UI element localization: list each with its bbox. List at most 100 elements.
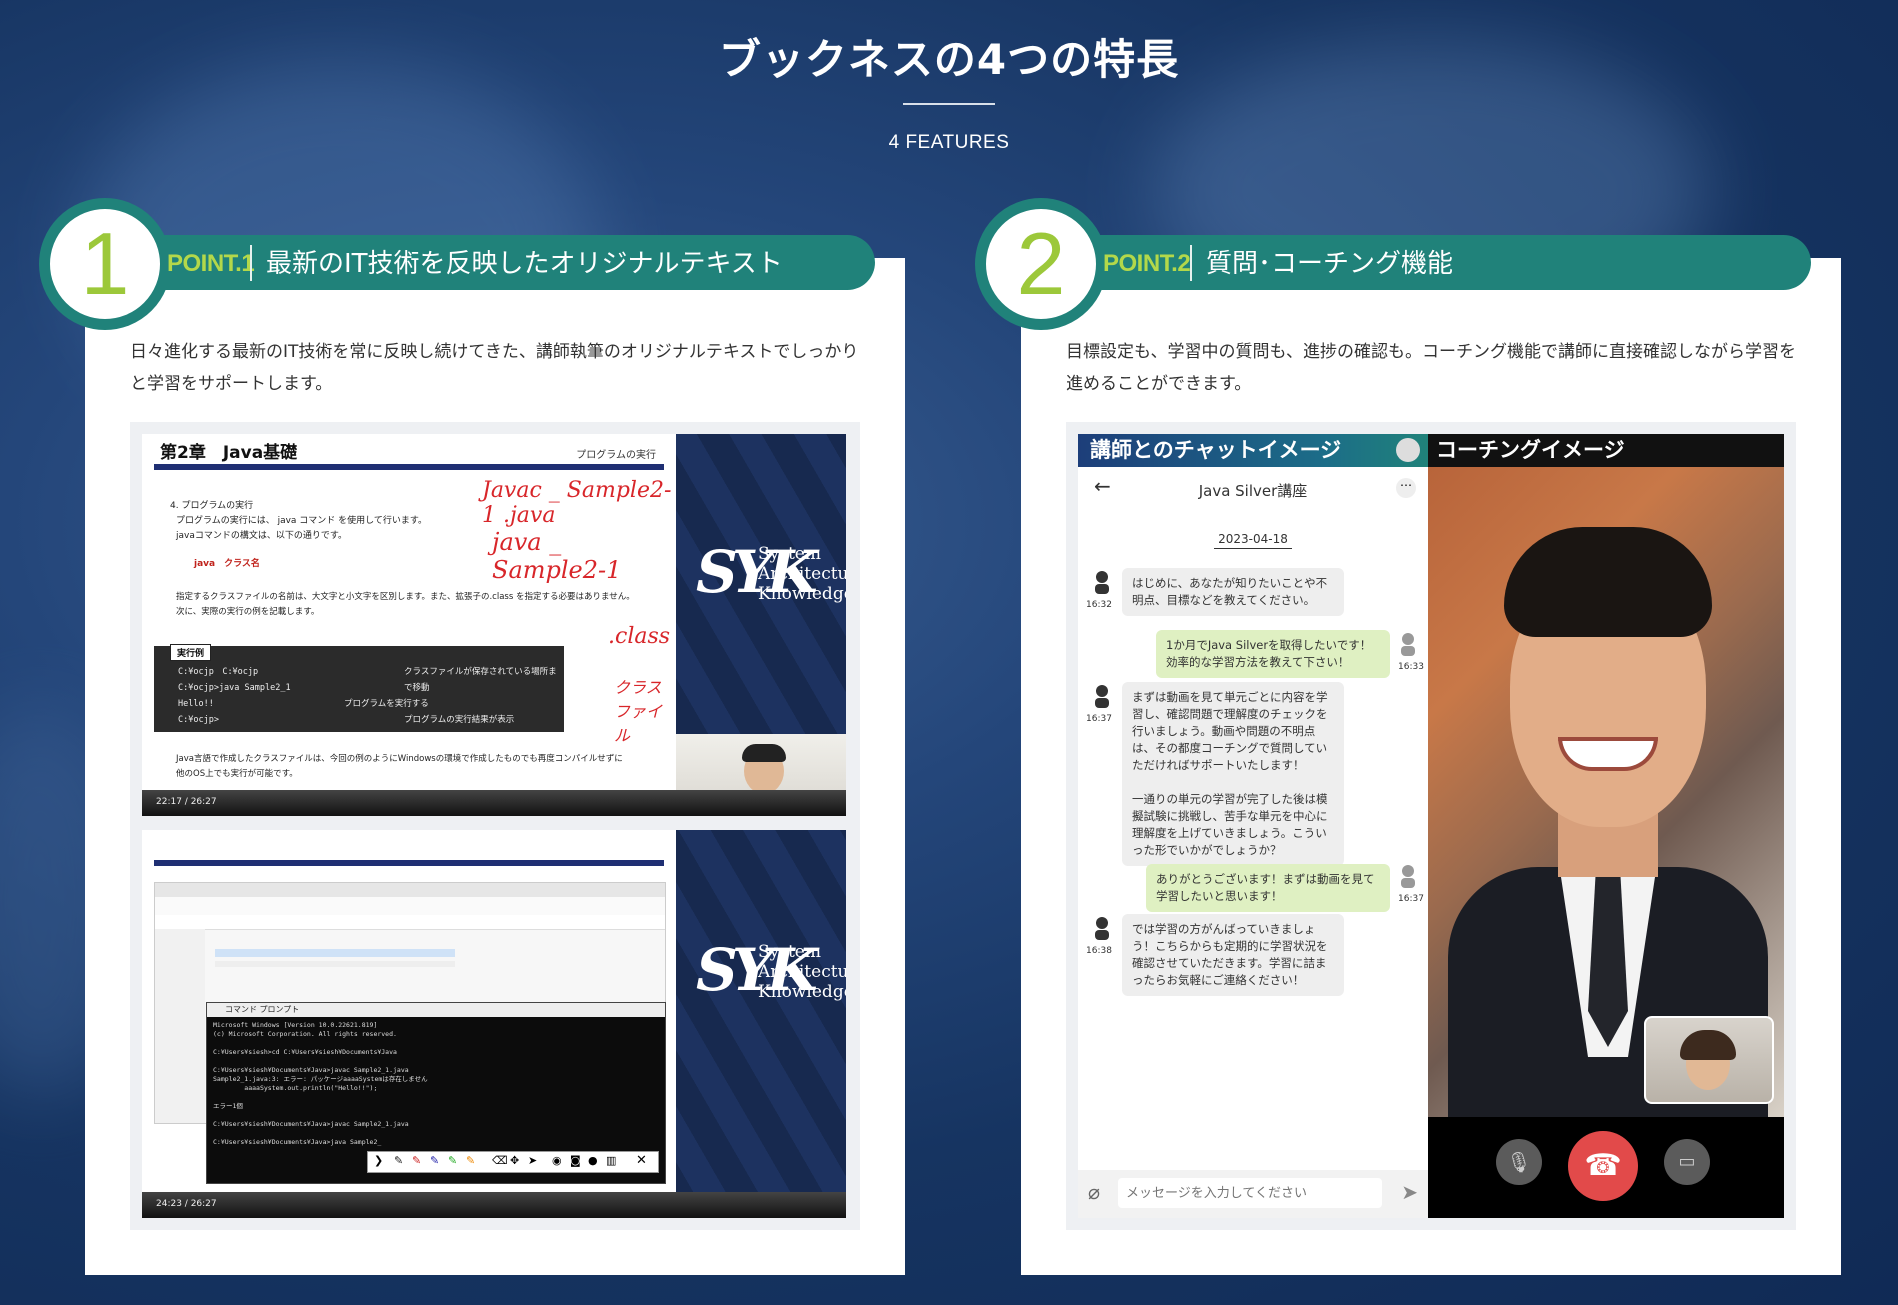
video-time: 22:17 / 26:27: [156, 797, 217, 807]
terminal-line: Sample2_1.java:3: エラー: パッケージaaaaSystemは存…: [213, 1075, 428, 1083]
handwriting-4: クラスファイル: [614, 678, 663, 745]
eye-icon[interactable]: ◉: [552, 1154, 562, 1167]
terminal-line: エラー1個: [213, 1102, 243, 1110]
slide-chapter: 第2章 Java基礎: [160, 443, 298, 463]
attach-icon[interactable]: ⌀: [1088, 1180, 1100, 1204]
slide-code-block: 実行例 C:¥ocjp C:¥ocjp C:¥ocjp>java Sample2…: [154, 644, 564, 732]
terminal-line: C:¥Users¥siesh¥Documents¥Java>javac Samp…: [213, 1066, 409, 1074]
chat-message: はじめに、あなたが知りたいことや不明点、目標などを教えてください。: [1122, 568, 1344, 616]
instructor-webcam: [676, 734, 846, 816]
message-time: 16:37: [1086, 714, 1112, 724]
code-note: プログラムを実行する: [344, 699, 429, 709]
record-icon[interactable]: ●: [588, 1154, 598, 1167]
slide-syntax: java クラス名: [194, 559, 260, 569]
logo-line: Knowledge: [758, 982, 846, 1002]
send-icon[interactable]: ➤: [1401, 1180, 1418, 1204]
slide-footer: Java言語で作成したクラスファイルは、今回の例のようにWindowsの環境で作…: [176, 752, 656, 782]
chat-message: ありがとうございます！まずは動画を見て学習したいと思います！: [1146, 864, 1390, 912]
feature-1-title: 最新のIT技術を反映したオリジナルテキスト: [266, 249, 783, 279]
code-line: Hello!!: [178, 699, 214, 709]
message-time: 16:38: [1086, 946, 1112, 956]
end-call-button[interactable]: ☎: [1568, 1131, 1638, 1201]
feature-2-number: 2: [1016, 214, 1066, 313]
terminal-title: コマンド プロンプト: [225, 1005, 300, 1014]
terminal-line: C:¥Users¥siesh¥Documents¥Java>javac Samp…: [213, 1120, 409, 1128]
code-line: C:¥ocjp C:¥ocjp: [178, 667, 259, 677]
code-line: C:¥ocjp>: [178, 715, 219, 725]
feature-2-title: 質問･コーチング機能: [1206, 249, 1454, 279]
highlighter-icon[interactable]: ✎: [466, 1154, 475, 1167]
student-avatar-icon: [1398, 864, 1418, 888]
video-slide-1: 第2章 Java基礎 プログラムの実行 4. プログラムの実行 プログラムの実行…: [142, 434, 676, 816]
mute-mic-button[interactable]: 🎙: [1496, 1139, 1542, 1185]
logo-panel: SYK System Architecture Knowledge: [676, 434, 846, 734]
instructor-avatar-icon: [1092, 684, 1112, 708]
feature-1-screenshot: 第2章 Java基礎 プログラムの実行 4. プログラムの実行 プログラムの実行…: [130, 422, 860, 1230]
explorer-selected-row: [215, 949, 455, 957]
terminal-line: Microsoft Windows [Version 10.0.22621.81…: [213, 1021, 378, 1029]
feature-1-description: 日々進化する最新のIT技術を常に反映し続けてきた、講師執筆のオリジナルテキストで…: [130, 342, 859, 394]
syk-logo-text: System Architecture Knowledge: [758, 942, 846, 1002]
logo-line: Architecture: [758, 962, 846, 982]
chat-date: 2023-04-18: [1078, 532, 1428, 549]
message-time: 16:37: [1398, 894, 1424, 904]
code-line: C:¥ocjp>java Sample2_1: [178, 683, 291, 693]
self-view-pip[interactable]: [1644, 1016, 1774, 1104]
terminal-line: (c) Microsoft Corporation. All rights re…: [213, 1030, 397, 1038]
chat-input-bar: ⌀ ➤: [1078, 1170, 1428, 1218]
terminal-line: C:¥Users¥siesh>cd C:¥Users¥siesh¥Documen…: [213, 1048, 397, 1056]
pen-toolbar[interactable]: ❯ ✎ ✎ ✎ ✎ ✎ ⌫ ✥ ➤ ◉ ◙ ● ▥ ✕: [367, 1151, 659, 1173]
explorer-row: [215, 961, 455, 967]
coach-hair: [1504, 527, 1712, 637]
coaching-header: コーチングイメージ: [1428, 434, 1784, 467]
chat-message: では学習の方がんばっていきましょう！こちらからも定期的に学習状況を確認させていた…: [1122, 914, 1344, 996]
handwriting-2: java _ Sample2-1: [492, 528, 622, 584]
handwriting-1: Javac _ Sample2-1 .java: [482, 478, 672, 528]
slide-footer-2: 他のOS上でも実行が可能です。: [176, 769, 298, 779]
chevron-right-icon[interactable]: ❯: [374, 1154, 383, 1167]
webcam-control-bar: [676, 790, 846, 816]
explorer-toolbar: [155, 897, 665, 916]
trash-icon[interactable]: ▥: [606, 1154, 616, 1167]
slide-line: プログラムの実行には、 java コマンド を使用して行います。 javaコマン…: [176, 514, 427, 544]
explorer-titlebar: [155, 883, 665, 897]
feature-1-number: 1: [80, 214, 130, 313]
user-avatar-icon: [1396, 438, 1420, 462]
feature-2-number-badge: 2: [975, 198, 1107, 330]
feature-1-point-label: POINT.1: [167, 250, 255, 277]
eraser-icon[interactable]: ⌫: [492, 1154, 508, 1167]
code-note: クラスファイルが保存されている場所まで移動: [404, 667, 557, 693]
slide-body-1: 指定するクラスファイルの名前は、大文字と小文字を区別します。また、拡張子の.cl…: [176, 592, 635, 602]
camera-icon[interactable]: ◙: [570, 1154, 581, 1167]
move-icon[interactable]: ✥: [510, 1154, 519, 1167]
terminal-window: コマンド プロンプト Microsoft Windows [Version 10…: [206, 1002, 666, 1184]
video-control-bar[interactable]: 22:17 / 26:27: [142, 790, 676, 816]
video-control-bar[interactable]: 24:23 / 26:27: [142, 1192, 676, 1218]
panel-pattern: [676, 830, 846, 1218]
video-slide-2: コマンド プロンプト Microsoft Windows [Version 10…: [142, 830, 676, 1218]
logo-line: Knowledge: [758, 584, 846, 604]
example-tag: 実行例: [170, 644, 212, 661]
pen-icon[interactable]: ✎: [394, 1154, 403, 1167]
coaching-panel: コーチングイメージ 🎙 ☎ ▭: [1428, 434, 1784, 1218]
slide-corner-label: プログラムの実行: [576, 450, 656, 461]
instructor-avatar-icon: [1092, 916, 1112, 940]
feature-2-screenshot: 講師とのチャットイメージ ← Java Silver講座 ⋯ 2023-04-1…: [1066, 422, 1796, 1230]
instructor-hair: [742, 744, 786, 762]
chat-header-label: 講師とのチャットイメージ: [1090, 438, 1342, 462]
pen-icon[interactable]: ✎: [430, 1154, 439, 1167]
message-input[interactable]: [1118, 1178, 1382, 1208]
pen-icon[interactable]: ✎: [412, 1154, 421, 1167]
more-options-icon[interactable]: ⋯: [1396, 478, 1416, 498]
close-icon[interactable]: ✕: [636, 1153, 647, 1168]
pen-icon[interactable]: ✎: [448, 1154, 457, 1167]
pointer-icon[interactable]: ➤: [528, 1154, 537, 1167]
camera-off-button[interactable]: ▭: [1664, 1139, 1710, 1185]
message-time: 16:32: [1086, 600, 1112, 610]
message-time: 16:33: [1398, 662, 1424, 672]
section-title: ブックネスの4つの特長: [718, 35, 1180, 84]
